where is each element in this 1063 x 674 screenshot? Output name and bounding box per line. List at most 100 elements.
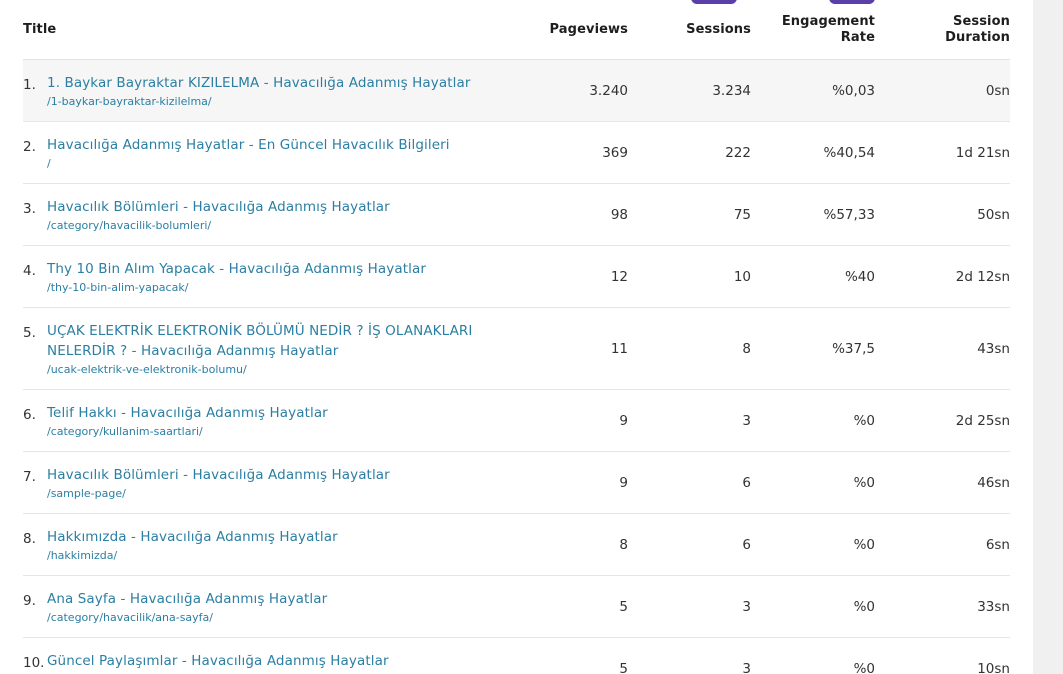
page-scrollbar[interactable] [1033, 0, 1063, 674]
row-title-cell: Thy 10 Bin Alım Yapacak - Havacılığa Ada… [47, 259, 507, 295]
session-duration-value: 0sn [985, 82, 1010, 99]
row-index: 7. [23, 469, 36, 485]
row-title-cell: Havacılık Bölümleri - Havacılığa Adanmış… [47, 465, 507, 501]
page-path-link[interactable]: /1-baykar-bayraktar-kizilelma/ [47, 94, 507, 109]
pageviews-value: 5 [619, 660, 628, 674]
row-index: 3. [23, 201, 36, 217]
table-row[interactable]: 3. Havacılık Bölümleri - Havacılığa Adan… [23, 184, 1010, 246]
page-title-link[interactable]: Telif Hakkı - Havacılığa Adanmış Hayatla… [47, 403, 507, 423]
row-index: 6. [23, 407, 36, 423]
page-path-link[interactable]: /sample-page/ [47, 486, 507, 501]
page-path-link[interactable]: /thy-10-bin-alim-yapacak/ [47, 280, 507, 295]
duration-header-line2: Duration [945, 30, 1010, 45]
engagement-rate-value: %0 [853, 598, 875, 615]
row-index: 9. [23, 593, 36, 609]
row-title-cell: Güncel Paylaşımlar - Havacılığa Adanmış … [47, 651, 507, 672]
table-row[interactable]: 8. Hakkımızda - Havacılığa Adanmış Hayat… [23, 514, 1010, 576]
column-header-session-duration[interactable]: Session Duration [945, 14, 1010, 46]
sessions-value: 3 [742, 660, 751, 674]
page-title-link[interactable]: Güncel Paylaşımlar - Havacılığa Adanmış … [47, 651, 507, 671]
sessions-value: 3 [742, 412, 751, 429]
row-index: 2. [23, 139, 36, 155]
sessions-value: 222 [725, 144, 751, 161]
sessions-value: 6 [742, 536, 751, 553]
session-duration-value: 33sn [977, 598, 1010, 615]
table-row[interactable]: 4. Thy 10 Bin Alım Yapacak - Havacılığa … [23, 246, 1010, 308]
session-duration-value: 10sn [977, 660, 1010, 674]
table-header: Title Pageviews Sessions Engagement Rate… [23, 0, 1010, 60]
table-row[interactable]: 1. 1. Baykar Bayraktar KIZILELMA - Havac… [23, 60, 1010, 122]
pageviews-value: 98 [610, 206, 628, 223]
pageviews-value: 3.240 [589, 82, 628, 99]
session-duration-value: 50sn [977, 206, 1010, 223]
page-title-link[interactable]: Havacılığa Adanmış Hayatlar - En Güncel … [47, 135, 507, 155]
page-title-link[interactable]: Thy 10 Bin Alım Yapacak - Havacılığa Ada… [47, 259, 507, 279]
page-title-link[interactable]: Havacılık Bölümleri - Havacılığa Adanmış… [47, 465, 507, 485]
sessions-value: 3 [742, 598, 751, 615]
page-title-link[interactable]: UÇAK ELEKTRİK ELEKTRONİK BÖLÜMÜ NEDİR ? … [47, 321, 507, 361]
column-header-title[interactable]: Title [23, 22, 56, 38]
engagement-header-line2: Rate [840, 30, 875, 45]
row-title-cell: Havacılığa Adanmış Hayatlar - En Güncel … [47, 135, 507, 171]
page-path-link[interactable]: /category/kullanim-saartlari/ [47, 424, 507, 439]
page-path-link[interactable]: /category/havacilik-bolumleri/ [47, 218, 507, 233]
pageviews-value: 5 [619, 598, 628, 615]
row-title-cell: Hakkımızda - Havacılığa Adanmış Hayatlar… [47, 527, 507, 563]
page-path-link[interactable]: /hakkimizda/ [47, 548, 507, 563]
page-path-link[interactable]: /ucak-elektrik-ve-elektronik-bolumu/ [47, 362, 507, 377]
page-title-line1: UÇAK ELEKTRİK ELEKTRONİK BÖLÜMÜ NEDİR ? … [47, 323, 473, 339]
analytics-page: Title Pageviews Sessions Engagement Rate… [0, 0, 1063, 674]
engagement-rate-value: %0,03 [832, 82, 875, 99]
pageviews-value: 8 [619, 536, 628, 553]
engagement-rate-value: %0 [853, 412, 875, 429]
session-duration-value: 6sn [985, 536, 1010, 553]
session-duration-value: 2d 12sn [955, 268, 1010, 285]
engagement-rate-value: %0 [853, 660, 875, 674]
pageviews-value: 12 [610, 268, 628, 285]
row-title-cell: 1. Baykar Bayraktar KIZILELMA - Havacılı… [47, 73, 507, 109]
engagement-rate-value: %0 [853, 536, 875, 553]
page-title-link[interactable]: Ana Sayfa - Havacılığa Adanmış Hayatlar [47, 589, 507, 609]
pageviews-value: 9 [619, 474, 628, 491]
row-title-cell: Ana Sayfa - Havacılığa Adanmış Hayatlar … [47, 589, 507, 625]
table-row[interactable]: 6. Telif Hakkı - Havacılığa Adanmış Haya… [23, 390, 1010, 452]
row-index: 4. [23, 263, 36, 279]
page-path-link[interactable]: / [47, 156, 507, 171]
sessions-value: 6 [742, 474, 751, 491]
page-title-link[interactable]: Havacılık Bölümleri - Havacılığa Adanmış… [47, 197, 507, 217]
engagement-rate-value: %0 [853, 474, 875, 491]
column-header-engagement-rate[interactable]: Engagement Rate [782, 14, 875, 46]
engagement-header-line1: Engagement [781, 14, 875, 29]
sessions-value: 3.234 [712, 82, 751, 99]
engagement-rate-value: %57,33 [823, 206, 875, 223]
top-pages-table: Title Pageviews Sessions Engagement Rate… [23, 0, 1010, 674]
row-title-cell: UÇAK ELEKTRİK ELEKTRONİK BÖLÜMÜ NEDİR ? … [47, 321, 507, 377]
session-duration-value: 46sn [977, 474, 1010, 491]
sessions-value: 8 [742, 340, 751, 357]
page-title-link[interactable]: 1. Baykar Bayraktar KIZILELMA - Havacılı… [47, 73, 507, 93]
table-row[interactable]: 7. Havacılık Bölümleri - Havacılığa Adan… [23, 452, 1010, 514]
row-index: 1. [23, 77, 36, 93]
column-header-pageviews[interactable]: Pageviews [550, 22, 628, 38]
pageviews-value: 9 [619, 412, 628, 429]
table-row[interactable]: 10. Güncel Paylaşımlar - Havacılığa Adan… [23, 638, 1010, 674]
session-duration-value: 1d 21sn [955, 144, 1010, 161]
duration-header-line1: Session [953, 14, 1010, 29]
pageviews-value: 11 [610, 340, 628, 357]
table-row[interactable]: 5. UÇAK ELEKTRİK ELEKTRONİK BÖLÜMÜ NEDİR… [23, 308, 1010, 390]
table-row[interactable]: 2. Havacılığa Adanmış Hayatlar - En Günc… [23, 122, 1010, 184]
session-duration-value: 2d 25sn [955, 412, 1010, 429]
sessions-value: 75 [733, 206, 751, 223]
page-title-link[interactable]: Hakkımızda - Havacılığa Adanmış Hayatlar [47, 527, 507, 547]
engagement-rate-value: %37,5 [832, 340, 875, 357]
row-title-cell: Havacılık Bölümleri - Havacılığa Adanmış… [47, 197, 507, 233]
column-header-sessions[interactable]: Sessions [686, 22, 751, 38]
row-index: 8. [23, 531, 36, 547]
pageviews-value: 369 [602, 144, 628, 161]
table-row[interactable]: 9. Ana Sayfa - Havacılığa Adanmış Hayatl… [23, 576, 1010, 638]
session-duration-value: 43sn [977, 340, 1010, 357]
page-path-link[interactable]: /category/havacilik/ana-sayfa/ [47, 610, 507, 625]
engagement-rate-value: %40,54 [823, 144, 875, 161]
engagement-rate-value: %40 [844, 268, 875, 285]
row-title-cell: Telif Hakkı - Havacılığa Adanmış Hayatla… [47, 403, 507, 439]
